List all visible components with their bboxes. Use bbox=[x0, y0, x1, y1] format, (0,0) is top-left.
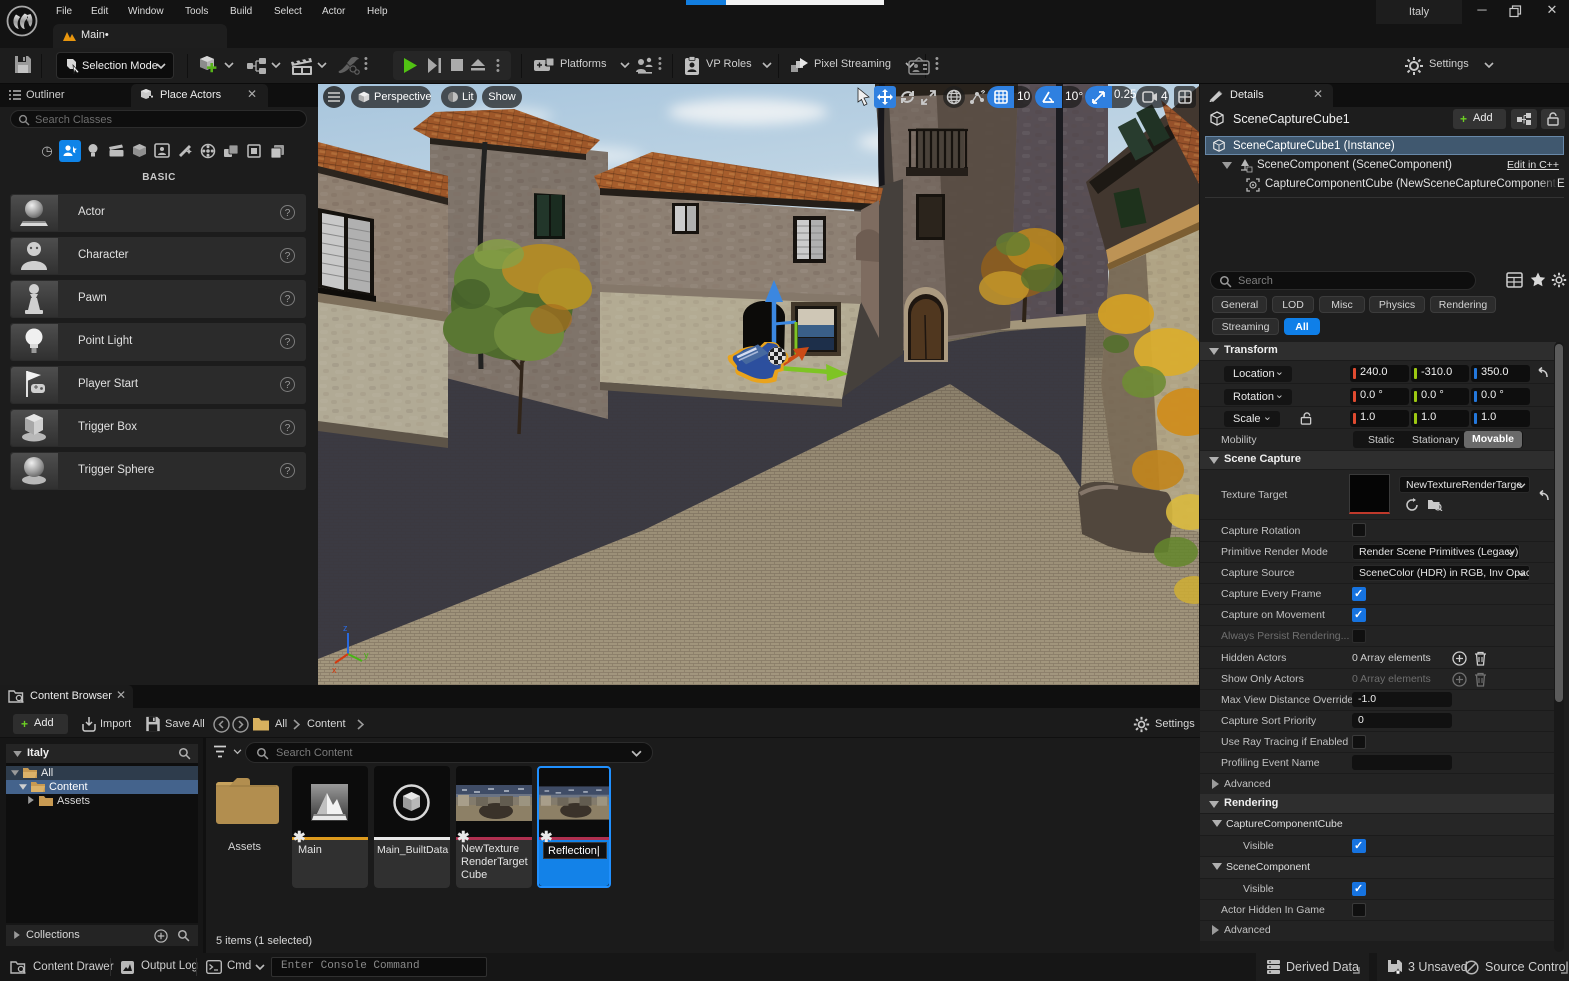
svg-text:x: x bbox=[332, 665, 337, 675]
svg-text:z: z bbox=[343, 623, 348, 633]
svg-text:y: y bbox=[364, 650, 369, 660]
